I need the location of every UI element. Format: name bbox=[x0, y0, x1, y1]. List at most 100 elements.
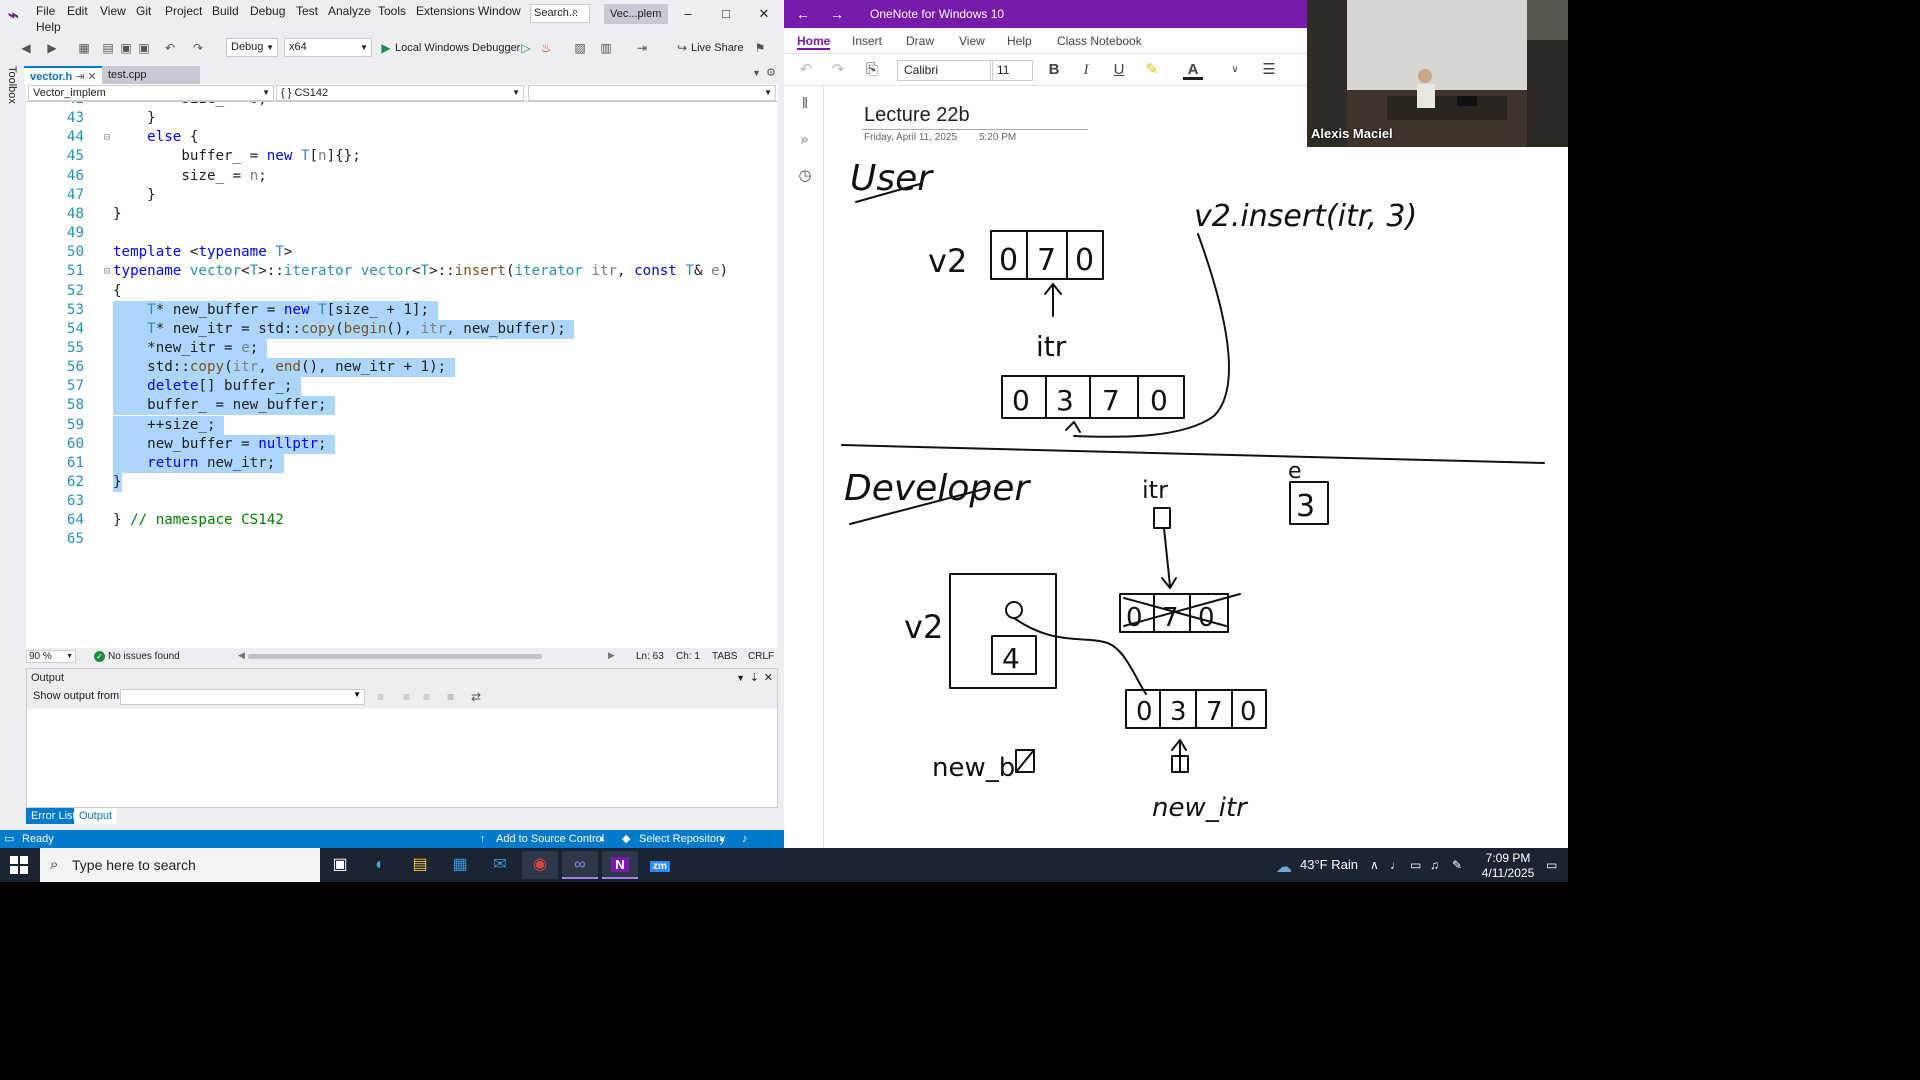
task-view-icon[interactable]: ▣ bbox=[322, 851, 358, 879]
step-icon[interactable]: ⇥ bbox=[634, 40, 650, 56]
menu-tools[interactable]: Tools bbox=[378, 3, 406, 19]
prev-message-icon[interactable]: ≡ bbox=[403, 690, 410, 704]
windows-start-icon[interactable] bbox=[10, 856, 28, 874]
zoom-combo[interactable]: 90 % ▼ bbox=[26, 650, 76, 663]
bullets-icon[interactable]: ☰ bbox=[1259, 60, 1279, 80]
scroll-left-icon[interactable]: ◀ bbox=[238, 650, 245, 661]
notebooks-icon[interactable]: ‖ bbox=[795, 94, 815, 114]
next-message-icon[interactable]: ≡ bbox=[423, 690, 430, 704]
onenote-icon[interactable]: N bbox=[602, 851, 638, 879]
vs-search-box[interactable]: Search... bbox=[530, 4, 590, 23]
ribbon-tab-help[interactable]: Help bbox=[1007, 32, 1032, 50]
code-line[interactable]: 57 delete[] buffer_; bbox=[26, 377, 778, 397]
clipboard-icon[interactable]: ⎘ bbox=[862, 60, 882, 80]
font-size-box[interactable]: 11 bbox=[990, 60, 1033, 81]
fold-icon[interactable]: ⊟ bbox=[104, 262, 110, 281]
notifications-icon[interactable]: ▭ bbox=[1546, 858, 1557, 872]
start-debugger-button[interactable]: Local Windows Debugger bbox=[395, 40, 520, 56]
speaker-icon[interactable]: ♫ bbox=[1430, 858, 1439, 872]
pin-icon[interactable]: ⇣ bbox=[750, 669, 759, 687]
play-icon[interactable]: ▶ bbox=[378, 40, 394, 56]
save-all-icon[interactable]: ▣ bbox=[136, 40, 152, 56]
code-line[interactable]: 59 ++size_; bbox=[26, 415, 778, 435]
live-share-button[interactable]: Live Share bbox=[691, 40, 744, 56]
horizontal-scrollbar[interactable] bbox=[248, 654, 542, 659]
tab-test-cpp[interactable]: test.cpp bbox=[102, 66, 200, 84]
output-source-combo[interactable]: ▼ bbox=[120, 689, 365, 705]
ribbon-tab-home[interactable]: Home bbox=[797, 32, 831, 50]
ribbon-tab-insert[interactable]: Insert bbox=[852, 32, 882, 50]
tab-vector-h[interactable]: vector.h ⇥ ✕ bbox=[24, 66, 106, 84]
code-line[interactable]: 49 bbox=[26, 224, 778, 243]
code-line[interactable]: 61 return new_itr; bbox=[26, 453, 778, 473]
ribbon-tab-draw[interactable]: Draw bbox=[906, 32, 934, 50]
zoom-icon[interactable]: zm bbox=[642, 851, 678, 879]
add-source-control-button[interactable]: Add to Source Control bbox=[496, 830, 604, 848]
code-line[interactable]: 54 T* new_itr = std::copy(begin(), itr, … bbox=[26, 319, 778, 339]
dropdown-icon[interactable]: ▼ bbox=[736, 669, 745, 687]
code-line[interactable]: 60 new_buffer = nullptr; bbox=[26, 434, 778, 454]
find-icon[interactable]: ≡ bbox=[377, 690, 384, 704]
code-editor[interactable]: 42 size_ = 0;43 }44⊟ else {45 buffer_ = … bbox=[26, 102, 778, 648]
issues-status[interactable]: No issues found bbox=[108, 650, 180, 663]
menu-build[interactable]: Build bbox=[212, 3, 239, 19]
live-share-icon[interactable]: ↪ bbox=[674, 40, 690, 56]
menu-edit[interactable]: Edit bbox=[67, 3, 88, 19]
menu-window[interactable]: Window bbox=[478, 3, 521, 19]
weather-text[interactable]: 43°F Rain bbox=[1300, 858, 1358, 872]
ribbon-tab-view[interactable]: View bbox=[959, 32, 985, 50]
menu-view[interactable]: View bbox=[100, 3, 126, 19]
platform-combo[interactable]: x64 ▼ bbox=[284, 38, 372, 57]
clear-icon[interactable]: ≡ bbox=[447, 690, 454, 704]
close-icon[interactable]: ✕ bbox=[764, 669, 773, 687]
code-line[interactable]: 56 std::copy(itr, end(), new_itr + 1); bbox=[26, 358, 778, 378]
network-icon[interactable]: ▭ bbox=[1410, 858, 1421, 872]
start-without-debug-icon[interactable]: ▷ bbox=[518, 40, 534, 56]
tab-output[interactable]: Output bbox=[74, 808, 118, 824]
column-indicator[interactable]: Ch: 1 bbox=[676, 650, 700, 663]
visual-studio-icon[interactable]: ∞ bbox=[562, 851, 598, 879]
code-line[interactable]: 51 ⊟ typename vector<T>::iterator vector<T… bbox=[26, 262, 778, 281]
project-dropdown[interactable]: Vector_implem ▼ bbox=[28, 85, 274, 101]
clock-date[interactable]: 4/11/2025 bbox=[1478, 866, 1538, 880]
menu-extensions[interactable]: Extensions bbox=[416, 3, 475, 19]
back-arrow-icon[interactable]: ← bbox=[796, 0, 810, 28]
code-line[interactable]: 55 *new_itr = e; bbox=[26, 338, 778, 358]
chevron-down-icon[interactable]: ∨ bbox=[1225, 60, 1245, 80]
chrome-icon[interactable]: ◉ bbox=[522, 851, 558, 879]
indent-mode[interactable]: TABS bbox=[712, 650, 737, 663]
microphone-icon[interactable]: ♩ bbox=[1390, 858, 1402, 872]
menu-help[interactable]: Help bbox=[36, 19, 61, 35]
bookmark-icon[interactable]: ▨ bbox=[572, 40, 588, 56]
code-line[interactable]: 45 buffer_ = new T[n]{}; bbox=[26, 147, 778, 166]
menu-project[interactable]: Project bbox=[165, 3, 202, 19]
line-indicator[interactable]: Ln: 63 bbox=[636, 650, 664, 663]
recent-icon[interactable]: ◷ bbox=[795, 166, 815, 186]
code-line[interactable]: 64} // namespace CS142 bbox=[26, 511, 778, 530]
menu-analyze[interactable]: Analyze bbox=[328, 3, 371, 19]
gear-icon[interactable]: ⚙ bbox=[766, 66, 776, 79]
chevron-up-icon[interactable]: ∧ bbox=[1370, 858, 1379, 872]
font-name-box[interactable]: Calibri bbox=[897, 60, 993, 81]
scope-dropdown[interactable]: { } CS142 ▼ bbox=[276, 85, 524, 101]
highlight-icon[interactable]: ✎ bbox=[1142, 60, 1162, 80]
back-icon[interactable]: ◀ bbox=[18, 40, 34, 56]
code-line[interactable]: 52 { bbox=[26, 282, 778, 301]
taskbar-search-box[interactable]: ⌕ Type here to search bbox=[40, 848, 320, 882]
member-dropdown[interactable]: ▼ bbox=[528, 85, 776, 101]
underline-icon[interactable]: U bbox=[1109, 60, 1129, 80]
layout-icon[interactable]: ▥ bbox=[598, 40, 614, 56]
edge-icon[interactable]: ◐ bbox=[362, 851, 398, 879]
file-explorer-icon[interactable]: ▤ bbox=[402, 851, 438, 879]
pin-icon[interactable]: ⇥ bbox=[75, 71, 84, 83]
select-repository-button[interactable]: Select Repository bbox=[639, 830, 725, 848]
code-line[interactable]: 53 T* new_buffer = new T[size_ + 1]; bbox=[26, 300, 778, 320]
line-ending[interactable]: CRLF bbox=[748, 650, 774, 663]
clock-time[interactable]: 7:09 PM bbox=[1478, 851, 1538, 865]
code-line[interactable]: 46 size_ = n; bbox=[26, 167, 778, 186]
minimize-icon[interactable]: – bbox=[678, 5, 698, 23]
close-tab-icon[interactable]: ✕ bbox=[88, 71, 97, 83]
fold-icon[interactable]: ⊟ bbox=[104, 128, 110, 147]
code-line[interactable]: 63 bbox=[26, 492, 778, 511]
toolbox-tab[interactable]: Toolbox bbox=[6, 66, 18, 104]
